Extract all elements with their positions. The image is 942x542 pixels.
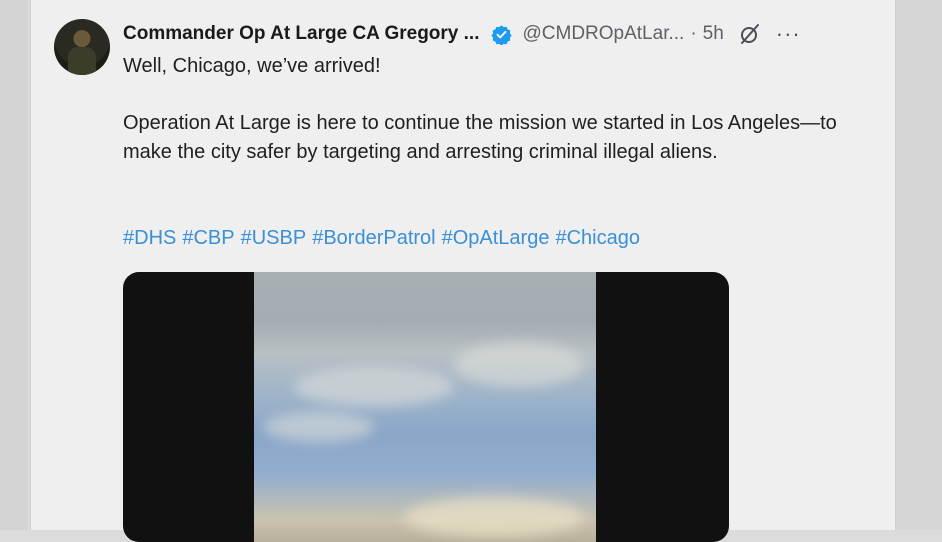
hashtag-link[interactable]: #Chicago (555, 227, 640, 249)
avatar-figure (68, 47, 96, 75)
cloud-shape (454, 342, 584, 387)
hashtag-link[interactable]: #DHS (123, 227, 176, 249)
page-background-left (0, 0, 28, 530)
hashtag-list: #DHS #CBP #USBP #BorderPatrol #OpAtLarge #Chi… (123, 224, 646, 253)
grok-icon[interactable] (738, 22, 762, 46)
video-frame-sky (254, 272, 596, 542)
cloud-shape (264, 412, 374, 442)
post-text-line1: Well, Chicago, we’ve arrived! (123, 55, 381, 77)
hashtag-link[interactable]: #OpAtLarge (442, 227, 550, 249)
verified-badge-icon (491, 24, 513, 45)
post-header: Commander Op At Large CA Gregory ... @CM… (123, 20, 801, 48)
cloud-shape (294, 367, 454, 407)
hashtag-link[interactable]: #CBP (182, 227, 234, 249)
time-separator: · (690, 23, 697, 44)
post-text-paragraph: Operation At Large is here to continue t… (123, 112, 837, 163)
post-time[interactable]: 5h (703, 23, 724, 45)
page-background-right (896, 0, 942, 530)
more-icon[interactable]: ··· (776, 23, 801, 45)
hashtag-link[interactable]: #USBP (241, 227, 307, 249)
hashtag-link[interactable]: #BorderPatrol (312, 227, 435, 249)
author-name[interactable]: Commander Op At Large CA Gregory ... (123, 23, 479, 45)
author-avatar[interactable] (54, 19, 110, 75)
author-handle[interactable]: @CMDROpAtLar... (522, 23, 684, 45)
video-player[interactable] (123, 272, 729, 542)
cloud-shape (404, 497, 584, 537)
